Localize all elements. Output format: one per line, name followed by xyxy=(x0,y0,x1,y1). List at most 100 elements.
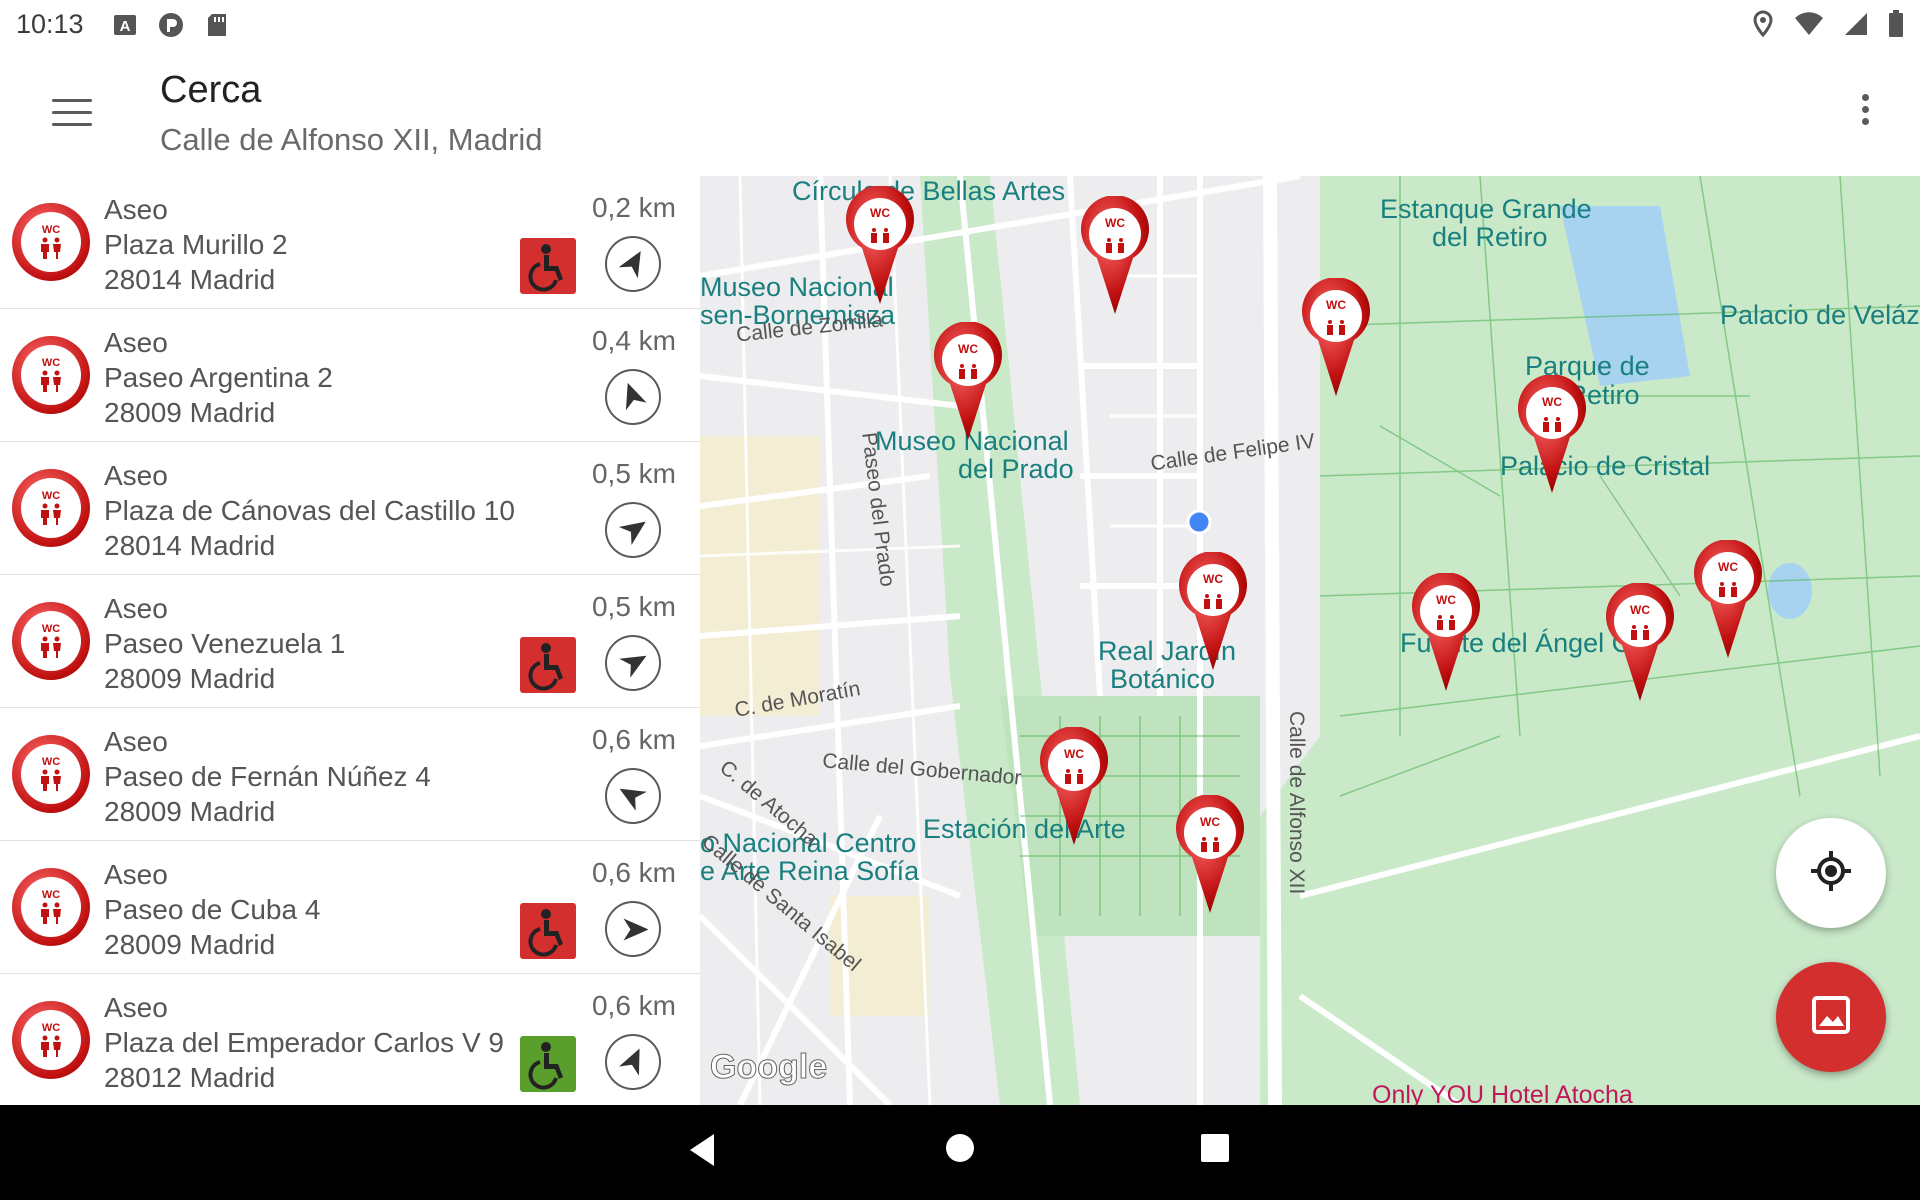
list-item[interactable]: WC Aseo Plaza del Emperador Carlos V 9 2801… xyxy=(0,974,700,1105)
map-label-palacio-velazquez: Palacio de Veláz xyxy=(1720,300,1920,330)
back-icon[interactable] xyxy=(686,1130,718,1175)
recents-icon[interactable] xyxy=(1200,1133,1230,1168)
wc-icon: WC xyxy=(12,336,90,414)
map-label-bellas-artes: Círculo de Bellas Artes xyxy=(792,176,1066,206)
direction-arrow-icon xyxy=(613,375,653,418)
wc-icon: WC xyxy=(12,203,90,281)
page-title: Cerca xyxy=(160,69,262,111)
google-logo: Google xyxy=(709,1048,828,1087)
direction-arrow-icon xyxy=(610,641,655,684)
map-label-museo-prado-2: del Prado xyxy=(958,454,1074,484)
navigate-direction-button[interactable] xyxy=(605,901,661,957)
image-button[interactable] xyxy=(1776,962,1886,1072)
direction-arrow-icon xyxy=(610,774,655,817)
direction-arrow-icon xyxy=(610,508,656,553)
wc-icon-label: WC xyxy=(41,490,61,502)
wc-pin-label: WC xyxy=(1436,593,1456,607)
wc-icon-label: WC xyxy=(41,1022,61,1034)
list-item-type: Aseo xyxy=(104,327,168,358)
list-item-text: Aseo Paseo Argentina 2 28009 Madrid xyxy=(104,325,333,430)
wc-map-pin[interactable]: WC xyxy=(1034,726,1114,847)
list-item[interactable]: WC Aseo Plaza Murillo 2 28014 Madrid 0,2 km xyxy=(0,176,700,309)
wc-icon: WC xyxy=(12,868,90,946)
app-bar: Cerca Calle de Alfonso XII, Madrid xyxy=(0,49,1920,176)
street-label-alfonso: Calle de Alfonso XII xyxy=(1285,711,1308,895)
wc-pin-label: WC xyxy=(1200,815,1220,829)
wc-pin-label: WC xyxy=(1203,572,1223,586)
wc-pin-label: WC xyxy=(1064,747,1084,761)
my-location-button[interactable] xyxy=(1776,818,1886,928)
wc-pin-label: WC xyxy=(1542,395,1562,409)
wc-map-pin[interactable]: WC xyxy=(1600,582,1680,703)
wc-icon-label: WC xyxy=(41,889,61,901)
list-item-distance: 0,6 km xyxy=(591,724,676,755)
more-vert-icon[interactable] xyxy=(1858,94,1872,134)
list-item-city: 28014 Madrid xyxy=(104,264,276,295)
list-item-text: Aseo Plaza Murillo 2 28014 Madrid xyxy=(104,192,288,297)
wc-map-pin[interactable]: WC xyxy=(840,185,920,306)
hamburger-icon[interactable] xyxy=(52,99,92,129)
list-item[interactable]: WC Aseo Paseo Argentina 2 28009 Madrid 0,4 k… xyxy=(0,309,700,442)
list-item[interactable]: WC Aseo Paseo Venezuela 1 28009 Madrid 0,5 k… xyxy=(0,575,700,708)
list-item[interactable]: WC Aseo Paseo de Cuba 4 28009 Madrid 0,6 km xyxy=(0,841,700,974)
wc-map-pin[interactable]: WC xyxy=(1170,794,1250,915)
navigate-direction-button[interactable] xyxy=(605,635,661,691)
wheelchair-icon xyxy=(520,238,576,294)
wc-map-pin[interactable]: WC xyxy=(1173,551,1253,672)
list-item-type: Aseo xyxy=(104,859,168,890)
pocket-icon xyxy=(158,12,184,38)
wheelchair-icon xyxy=(520,637,576,693)
list-item-type: Aseo xyxy=(104,460,168,491)
wc-icon-label: WC xyxy=(41,623,61,635)
wc-map-pin[interactable]: WC xyxy=(1688,539,1768,660)
wc-map-pin[interactable]: WC xyxy=(1406,572,1486,693)
direction-arrow-icon xyxy=(612,1040,654,1084)
list-item[interactable]: WC Aseo Plaza de Cánovas del Castillo 10 28… xyxy=(0,442,700,575)
list-item-type: Aseo xyxy=(104,726,168,757)
wheelchair-icon xyxy=(520,1036,576,1092)
list-item-distance: 0,6 km xyxy=(591,857,676,888)
status-icons-right xyxy=(1752,10,1904,43)
home-icon[interactable] xyxy=(944,1132,976,1169)
list-item-street: Paseo de Fernán Núñez 4 xyxy=(104,761,431,792)
navigate-direction-button[interactable] xyxy=(605,369,661,425)
wc-icon-label: WC xyxy=(41,357,61,369)
wc-pin-label: WC xyxy=(1326,298,1346,312)
wc-pin-label: WC xyxy=(870,206,890,220)
wc-map-pin[interactable]: WC xyxy=(1296,277,1376,398)
list-item-distance: 0,5 km xyxy=(591,458,676,489)
wc-map-pin[interactable]: WC xyxy=(1075,195,1155,316)
wc-pin-label: WC xyxy=(1630,603,1650,617)
direction-arrow-icon xyxy=(611,241,654,286)
list-item-type: Aseo xyxy=(104,992,168,1023)
list-item-distance: 0,2 km xyxy=(591,192,676,223)
map-view[interactable]: Círculo de Bellas Artes Estanque Grande … xyxy=(700,176,1920,1105)
svg-text:A: A xyxy=(119,18,130,35)
list-item-text: Aseo Paseo Venezuela 1 28009 Madrid xyxy=(104,591,345,696)
wc-map-pin[interactable]: WC xyxy=(1512,374,1592,495)
list-item-city: 28012 Madrid xyxy=(104,1062,276,1093)
wc-pin-label: WC xyxy=(1105,216,1125,230)
list-item-distance: 0,5 km xyxy=(591,591,676,622)
direction-arrow-icon xyxy=(616,914,651,944)
location-icon xyxy=(1752,10,1774,43)
navigate-direction-button[interactable] xyxy=(605,1034,661,1090)
navigate-direction-button[interactable] xyxy=(605,502,661,558)
navigate-direction-button[interactable] xyxy=(605,768,661,824)
user-location-dot xyxy=(1186,509,1212,535)
font-icon: A xyxy=(112,12,138,38)
wc-map-pin[interactable]: WC xyxy=(928,321,1008,442)
list-item-street: Plaza del Emperador Carlos V 9 xyxy=(104,1027,504,1058)
list-item-city: 28009 Madrid xyxy=(104,929,276,960)
list-item[interactable]: WC Aseo Paseo de Fernán Núñez 4 28009 Madri… xyxy=(0,708,700,841)
list-item-text: Aseo Paseo de Fernán Núñez 4 28009 Madrid xyxy=(104,724,431,829)
list-item-type: Aseo xyxy=(104,194,168,225)
list-item-city: 28014 Madrid xyxy=(104,530,276,561)
wc-icon: WC xyxy=(12,469,90,547)
navigate-direction-button[interactable] xyxy=(605,236,661,292)
list-item-street: Plaza Murillo 2 xyxy=(104,229,288,260)
wc-icon-label: WC xyxy=(41,756,61,768)
image-icon xyxy=(1811,995,1851,1040)
wheelchair-icon xyxy=(520,903,576,959)
list-item-city: 28009 Madrid xyxy=(104,663,276,694)
